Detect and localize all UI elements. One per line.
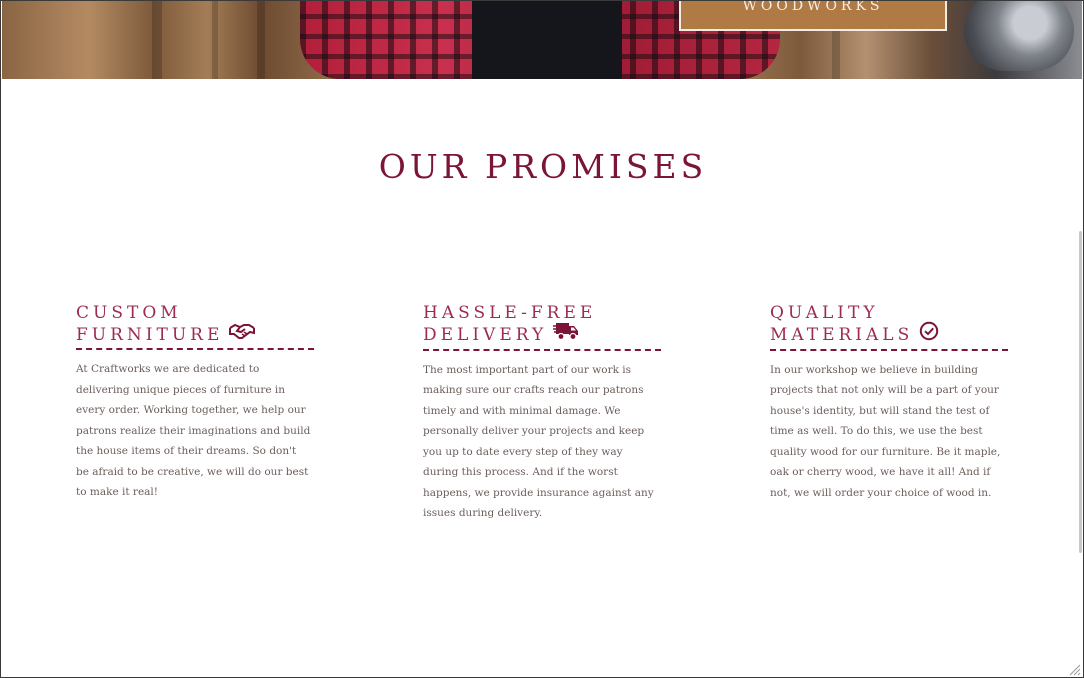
heading-line-1: HASSLE-FREE	[423, 303, 597, 323]
heading-line-2: DELIVERY	[423, 325, 548, 345]
delivery-truck-icon	[553, 321, 579, 347]
promise-card-quality-materials: QUALITY MATERIALS In our workshop we bel…	[770, 302, 1010, 503]
brand-button[interactable]: WOODWORKS	[679, 1, 947, 31]
promise-card-text: In our workshop we believe in building p…	[770, 363, 1001, 499]
resize-grip-icon[interactable]	[1067, 661, 1081, 676]
power-tool-image	[964, 1, 1074, 71]
promise-card-text: The most important part of our work is m…	[423, 363, 654, 520]
heading-line-1: CUSTOM	[76, 303, 182, 323]
check-circle-icon	[919, 321, 939, 347]
promise-card-heading: CUSTOM FURNITURE	[76, 302, 314, 350]
section-title: OUR PROMISES	[378, 147, 708, 186]
heading-line-1: QUALITY	[770, 303, 879, 323]
promise-card-heading: HASSLE-FREE DELIVERY	[423, 302, 661, 351]
promise-card-heading: QUALITY MATERIALS	[770, 302, 1008, 351]
handshake-icon	[229, 322, 256, 346]
promise-card-hassle-free-delivery: HASSLE-FREE DELIVERY The most important …	[423, 302, 663, 524]
promise-card-custom-furniture: CUSTOM FURNITURE At Craftworks we are de…	[76, 302, 316, 503]
heading-line-2: FURNITURE	[76, 325, 224, 345]
promise-card-text: At Craftworks we are dedicated to delive…	[76, 363, 311, 498]
heading-line-2: MATERIALS	[770, 325, 914, 345]
vertical-scrollbar[interactable]	[1079, 231, 1082, 553]
brand-text: WOODWORKS	[742, 1, 884, 14]
browser-viewport: WOODWORKS OUR PROMISES CUSTOM FURNITURE …	[0, 0, 1084, 678]
hero-image: WOODWORKS	[2, 1, 1082, 79]
apron	[472, 1, 622, 79]
